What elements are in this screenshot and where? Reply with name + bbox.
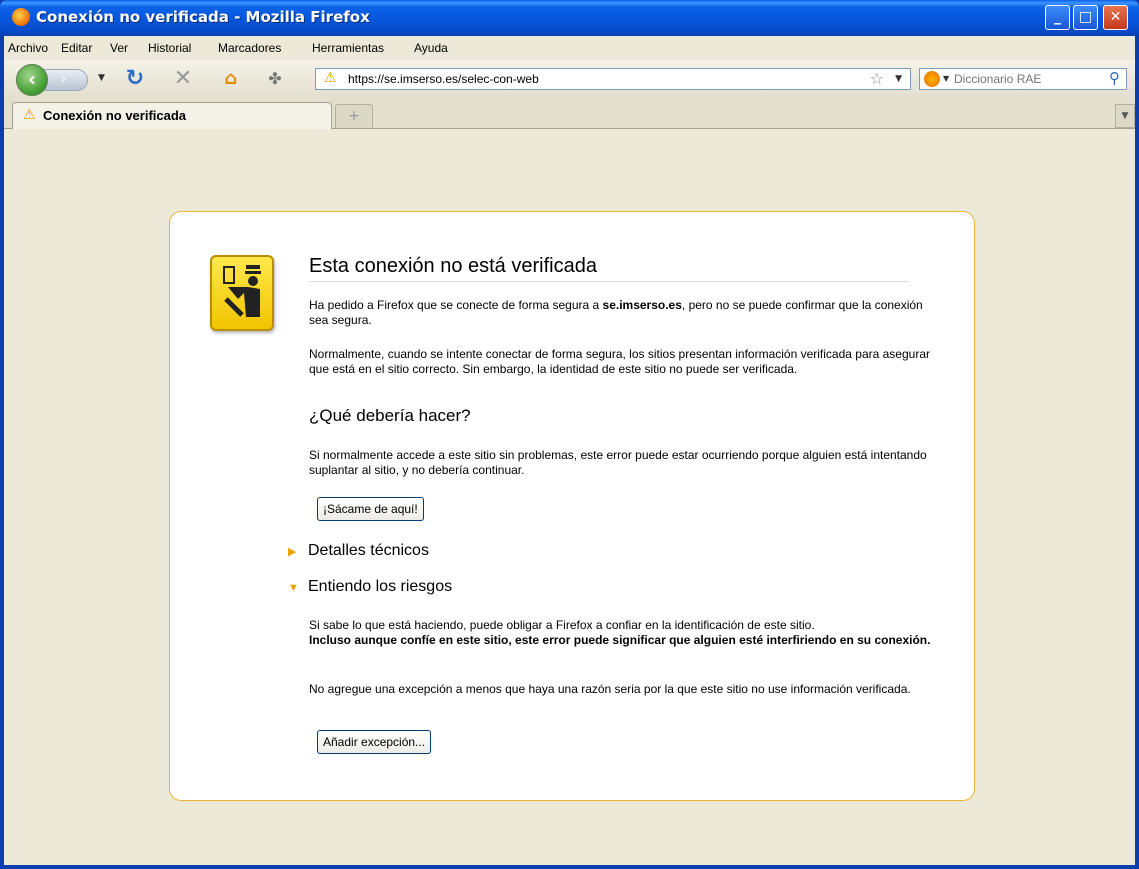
new-tab-button[interactable]: +	[335, 104, 373, 128]
forward-icon[interactable]: ›	[44, 69, 88, 91]
tab-strip: ⚠ Conexión no verificada + ▼	[4, 98, 1135, 129]
url-bar[interactable]: ⚠ https://se.imserso.es/selec-con-web ☆ …	[315, 68, 911, 90]
url-dropdown-icon[interactable]: ▼	[895, 74, 902, 84]
error-title: Esta conexión no está verificada	[309, 255, 909, 282]
what-to-do-text: Si normalmente accede a este sitio sin p…	[309, 448, 927, 477]
title-bar[interactable]: Conexión no verificada - Mozilla Firefox…	[0, 0, 1139, 36]
close-button[interactable]: ✕	[1103, 5, 1128, 30]
tab-list-dropdown-icon[interactable]: ▼	[1115, 104, 1135, 128]
what-to-do-heading: ¿Qué debería hacer?	[309, 406, 471, 425]
browser-content: Archivo Editar Ver Historial Marcadores …	[4, 36, 1135, 865]
home-icon[interactable]: ⌂	[218, 67, 244, 91]
search-engine-icon[interactable]	[924, 71, 940, 87]
certificate-error-icon	[210, 255, 274, 331]
url-text[interactable]: https://se.imserso.es/selec-con-web	[348, 72, 539, 86]
understand-risks-expander[interactable]: ▼ Entiendo los riesgos	[288, 578, 452, 596]
menu-bar: Archivo Editar Ver Historial Marcadores …	[4, 36, 1135, 60]
risks-warning-bold: Incluso aunque confíe en este sitio, est…	[309, 633, 931, 647]
minimize-button[interactable]: _	[1045, 5, 1070, 30]
reload-icon[interactable]: ↻	[122, 67, 148, 91]
menu-marcadores[interactable]: Marcadores	[218, 41, 281, 55]
menu-editar[interactable]: Editar	[61, 41, 92, 55]
menu-archivo[interactable]: Archivo	[8, 41, 48, 55]
menu-ayuda[interactable]: Ayuda	[414, 41, 448, 55]
star-icon[interactable]: ☆	[870, 69, 884, 88]
add-exception-button[interactable]: Añadir excepción...	[317, 730, 432, 754]
get-me-out-button[interactable]: ¡Sácame de aquí!	[317, 497, 424, 521]
warning-icon: ⚠	[324, 70, 337, 86]
risks-plain: Si sabe lo que está haciendo, puede obli…	[309, 618, 815, 632]
error-page-container: Esta conexión no está verificada Ha pedi…	[169, 211, 975, 801]
collapsed-arrow-icon: ▶	[288, 546, 297, 558]
technical-details-label: Detalles técnicos	[308, 542, 429, 559]
understand-risks-label: Entiendo los riesgos	[308, 578, 453, 595]
firefox-logo-icon	[12, 8, 30, 26]
intro-text: Ha pedido a Firefox que se conecte de fo…	[309, 298, 934, 328]
window-title: Conexión no verificada - Mozilla Firefox	[36, 8, 370, 26]
expanded-arrow-icon: ▼	[288, 582, 299, 594]
extension-icon[interactable]: ✤	[262, 67, 288, 91]
magnifier-icon[interactable]: ⚲	[1109, 69, 1120, 87]
tab-warning-icon: ⚠	[23, 107, 36, 123]
history-dropdown-icon[interactable]: ▼	[98, 73, 105, 83]
menu-historial[interactable]: Historial	[148, 41, 191, 55]
search-bar[interactable]: ▼ ⚲	[919, 68, 1127, 90]
intro-host: se.imserso.es	[602, 298, 682, 312]
navigation-toolbar: › ‹ ▼ ↻ ✕ ⌂ ✤ ⚠ https://se.imserso.es/se…	[4, 60, 1135, 98]
search-input[interactable]	[954, 71, 1094, 87]
maximize-button[interactable]: □	[1073, 5, 1098, 30]
menu-ver[interactable]: Ver	[110, 41, 128, 55]
menu-herramientas[interactable]: Herramientas	[312, 41, 384, 55]
no-exception-text: No agregue una excepción a menos que hay…	[309, 682, 911, 696]
tab-label: Conexión no verificada	[43, 108, 187, 123]
page-area: Esta conexión no está verificada Ha pedi…	[4, 129, 1135, 865]
intro-prefix: Ha pedido a Firefox que se conecte de fo…	[309, 298, 603, 312]
search-engine-dropdown-icon[interactable]: ▼	[943, 74, 949, 83]
explanation-text: Normalmente, cuando se intente conectar …	[309, 347, 930, 376]
firefox-window: Conexión no verificada - Mozilla Firefox…	[0, 0, 1139, 869]
stop-icon[interactable]: ✕	[170, 67, 196, 91]
technical-details-expander[interactable]: ▶ Detalles técnicos	[288, 542, 429, 560]
back-icon[interactable]: ‹	[16, 64, 48, 96]
tab-conexion-no-verificada[interactable]: ⚠ Conexión no verificada	[12, 102, 332, 129]
risks-text: Si sabe lo que está haciendo, puede obli…	[309, 618, 934, 648]
